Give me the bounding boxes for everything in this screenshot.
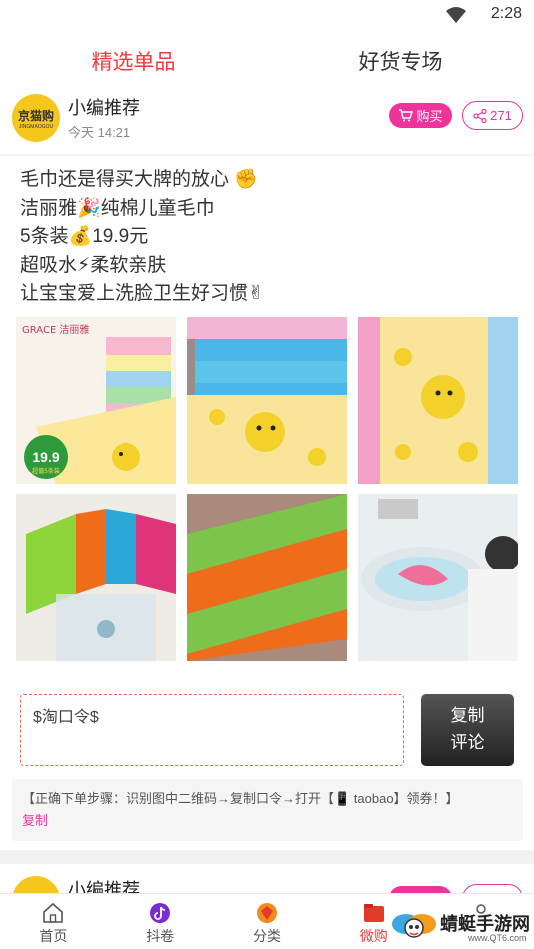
post-text: 毛巾还是得买大牌的放心 ✊ 洁丽雅🎉纯棉儿童毛巾 5条装💰19.9元 超吸水⚡柔… — [20, 166, 264, 309]
status-bar: 2:28 — [0, 0, 534, 30]
copy-comment-label-2: 评论 — [450, 733, 485, 752]
product-image-striped-closeup[interactable] — [187, 494, 347, 661]
buy-label: 购买 — [416, 109, 443, 124]
site-watermark: 蜻蜓手游网 www.QT6.com — [388, 902, 534, 949]
taobao-code-field[interactable]: $淘口令$ — [20, 694, 404, 766]
top-tabs: 精选单品 好货专场 — [0, 30, 534, 96]
watermark-url: www.QT6.com — [468, 933, 527, 943]
category-icon — [256, 903, 277, 923]
brand-label: GRACE 洁丽雅 — [22, 323, 89, 336]
promo-tag: 超值5条装 — [32, 467, 60, 475]
share-button[interactable]: 271 — [462, 101, 523, 130]
post-header: 京猫购 JINGMAOGOU 小编推荐 今天 14:21 购买 271 — [0, 94, 534, 154]
post-line: 毛巾还是得买大牌的放心 ✊ — [20, 169, 258, 190]
share-icon — [473, 108, 487, 123]
clock: 2:28 — [490, 5, 522, 22]
share-count: 271 — [490, 108, 512, 123]
tab-good-deals[interactable]: 好货专场 — [267, 30, 534, 96]
post-card: 京猫购 JINGMAOGOU 小编推荐 今天 14:21 购买 271 毛巾还是… — [0, 94, 534, 850]
wifi-icon — [446, 7, 466, 23]
post-time: 今天 14:21 — [68, 125, 131, 140]
shop-logo: 京猫购 JINGMAOGOU — [12, 94, 60, 142]
copy-comment-label-1: 复制 — [450, 706, 485, 725]
wechat-shop-icon — [363, 904, 384, 922]
tab-selected-items[interactable]: 精选单品 — [0, 30, 267, 96]
price-tag: 19.9 — [32, 449, 59, 465]
post-line: 5条装💰19.9元 — [20, 226, 149, 247]
post-line: 超吸水⚡柔软亲肤 — [20, 254, 167, 276]
copy-comment-button[interactable]: 复制 评论 — [421, 694, 514, 766]
nav-wechat-shop-label: 微购 — [359, 928, 388, 944]
nav-home[interactable]: 首页 — [0, 894, 107, 949]
nav-category-label: 分类 — [252, 928, 281, 944]
post-line: 让宝宝爱上洗脸卫生好习惯✌ — [20, 283, 264, 304]
post-author: 小编推荐 — [68, 98, 140, 118]
cart-icon — [399, 109, 414, 122]
tiktok-icon — [150, 903, 171, 923]
nav-douquan-label: 抖卷 — [146, 928, 175, 944]
product-image-stacked[interactable] — [187, 317, 347, 484]
divider — [0, 154, 534, 156]
logo-subtext: JINGMAOGOU — [18, 124, 54, 130]
nav-douquan[interactable]: 抖卷 — [107, 894, 214, 949]
product-image-duck[interactable] — [358, 317, 518, 484]
nav-category[interactable]: 分类 — [214, 894, 321, 949]
product-image-striped-bag[interactable] — [16, 494, 176, 661]
dragonfly-logo-icon — [392, 914, 436, 938]
image-gallery: 19.9 超值5条装 GRACE 洁丽雅 — [16, 317, 518, 661]
tips-text: 【正确下单步骤：识别图中二维码→复制口令→打开【📱 taobao】领券！】 — [22, 791, 459, 806]
home-icon — [43, 902, 64, 923]
tips-copy-link[interactable]: 复制 — [22, 810, 513, 832]
order-tips: 【正确下单步骤：识别图中二维码→复制口令→打开【📱 taobao】领券！】 复制 — [12, 779, 523, 841]
buy-button[interactable]: 购买 — [389, 103, 452, 128]
product-image-child-washing[interactable] — [358, 494, 518, 661]
logo-text: 京猫购 — [17, 109, 54, 123]
post-line: 洁丽雅🎉纯棉儿童毛巾 — [20, 197, 215, 219]
nav-home-label: 首页 — [39, 928, 68, 944]
product-image-grace-pack[interactable]: 19.9 超值5条装 GRACE 洁丽雅 — [16, 317, 176, 484]
